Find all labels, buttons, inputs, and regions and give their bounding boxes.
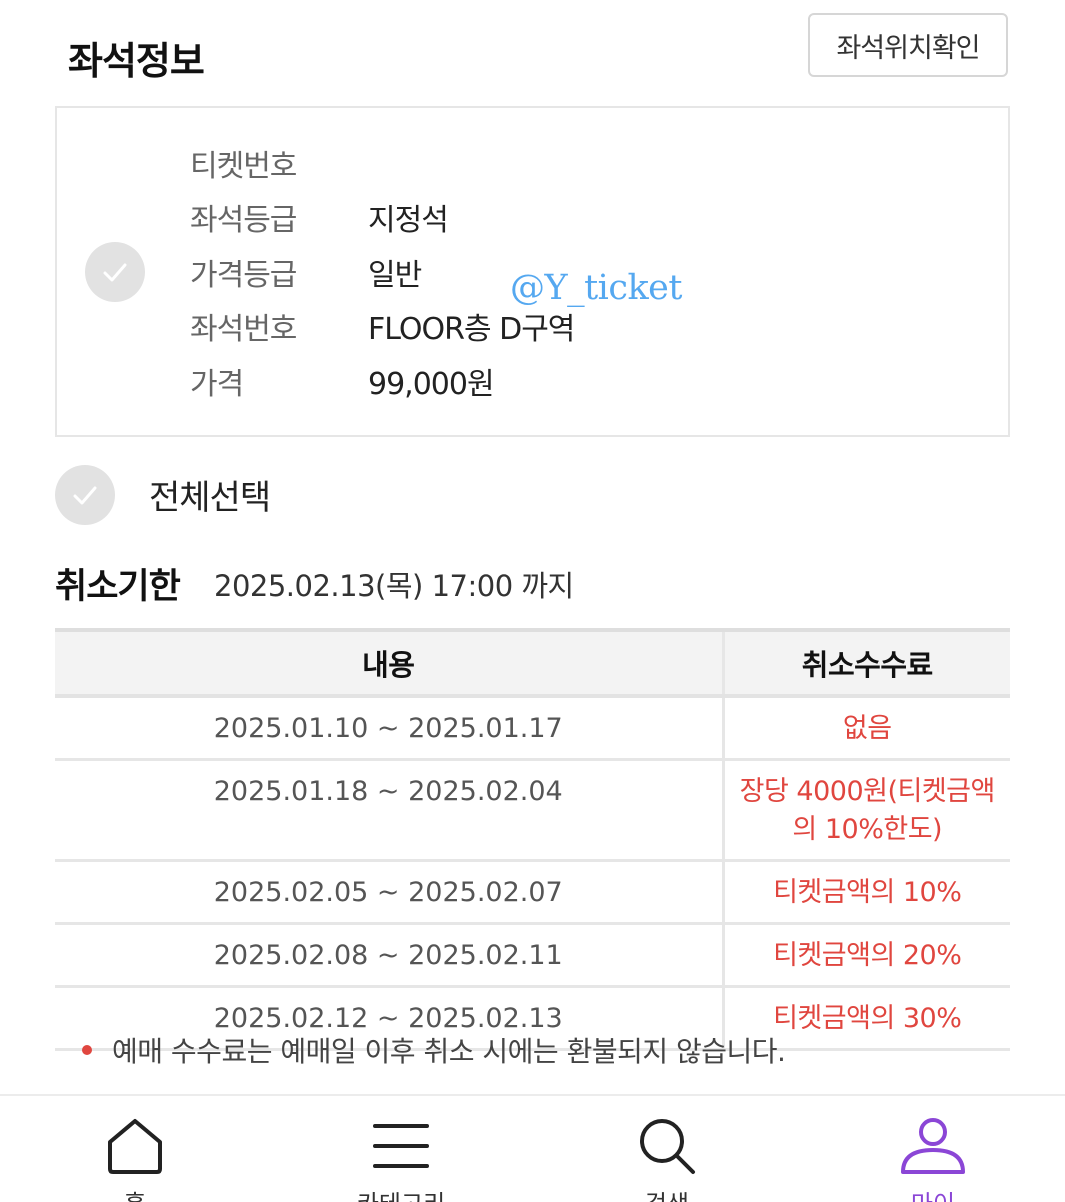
nav-label: 카테고리 — [311, 1184, 491, 1202]
info-label: 가격등급 — [190, 258, 297, 293]
period-cell: 2025.02.08 ~ 2025.02.11 — [55, 923, 725, 988]
cancel-deadline-title: 취소기한 — [55, 567, 181, 607]
period-cell: 2025.01.18 ~ 2025.02.04 — [55, 759, 725, 862]
bullet-icon — [82, 1045, 92, 1055]
nav-item-search[interactable]: 검색 — [577, 1096, 757, 1202]
nav-label: 검색 — [577, 1184, 757, 1202]
info-label: 가격 — [190, 367, 244, 402]
menu-icon — [373, 1124, 429, 1168]
period-cell: 2025.01.10 ~ 2025.01.17 — [55, 696, 725, 761]
refund-notice: 예매 수수료는 예매일 이후 취소 시에는 환불되지 않습니다. — [82, 1030, 786, 1070]
refund-notice-text: 예매 수수료는 예매일 이후 취소 시에는 환불되지 않습니다. — [112, 1035, 786, 1068]
table-row: 2025.01.18 ~ 2025.02.04 장당 4000원(티켓금액의 1… — [55, 759, 1010, 862]
nav-item-my[interactable]: 마이 — [843, 1096, 1023, 1202]
info-value: 지정석 — [368, 203, 449, 238]
select-all-label[interactable]: 전체선택 — [149, 470, 271, 519]
select-all-checkbox[interactable] — [55, 465, 115, 525]
page-title: 좌석정보 — [68, 39, 205, 83]
fee-cell: 티켓금액의 10% — [723, 860, 1010, 925]
fee-cell: 없음 — [723, 696, 1010, 761]
nav-item-home[interactable]: 홈 — [45, 1096, 225, 1202]
nav-item-category[interactable]: 카테고리 — [311, 1096, 491, 1202]
fee-cell: 티켓금액의 20% — [723, 923, 1010, 988]
check-icon — [73, 486, 97, 505]
cancel-fee-table: 내용 취소수수료 2025.01.10 ~ 2025.01.17 없음 2025… — [55, 628, 1010, 1051]
table-row: 2025.02.08 ~ 2025.02.11 티켓금액의 20% — [55, 923, 1010, 988]
seat-select-checkbox[interactable] — [85, 242, 145, 302]
info-value: 일반 — [368, 258, 422, 293]
fee-cell: 장당 4000원(티켓금액의 10%한도) — [723, 759, 1010, 862]
info-value: 99,000원 — [368, 367, 495, 402]
watermark: @Y_ticket — [510, 268, 682, 308]
info-label: 좌석등급 — [190, 203, 297, 238]
period-cell: 2025.02.05 ~ 2025.02.07 — [55, 860, 725, 925]
home-icon — [108, 1119, 162, 1174]
seat-location-button[interactable]: 좌석위치확인 — [808, 13, 1008, 77]
column-header-fee: 취소수수료 — [723, 628, 1010, 698]
nav-label: 홈 — [45, 1184, 225, 1202]
nav-label: 마이 — [843, 1184, 1023, 1202]
check-icon — [103, 263, 127, 282]
bottom-nav: 홈 카테고리 검색 마이 — [0, 1094, 1065, 1202]
search-icon — [640, 1119, 695, 1174]
user-icon — [901, 1118, 965, 1174]
column-header-content: 내용 — [55, 628, 725, 698]
table-header-row: 내용 취소수수료 — [55, 628, 1010, 698]
info-value: FLOOR층 D구역 — [368, 312, 575, 347]
info-label: 좌석번호 — [190, 312, 297, 347]
cancel-deadline-value: 2025.02.13(목) 17:00 까지 — [214, 569, 574, 603]
table-row: 2025.02.05 ~ 2025.02.07 티켓금액의 10% — [55, 860, 1010, 925]
info-label: 티켓번호 — [190, 149, 297, 184]
table-row: 2025.01.10 ~ 2025.01.17 없음 — [55, 696, 1010, 761]
